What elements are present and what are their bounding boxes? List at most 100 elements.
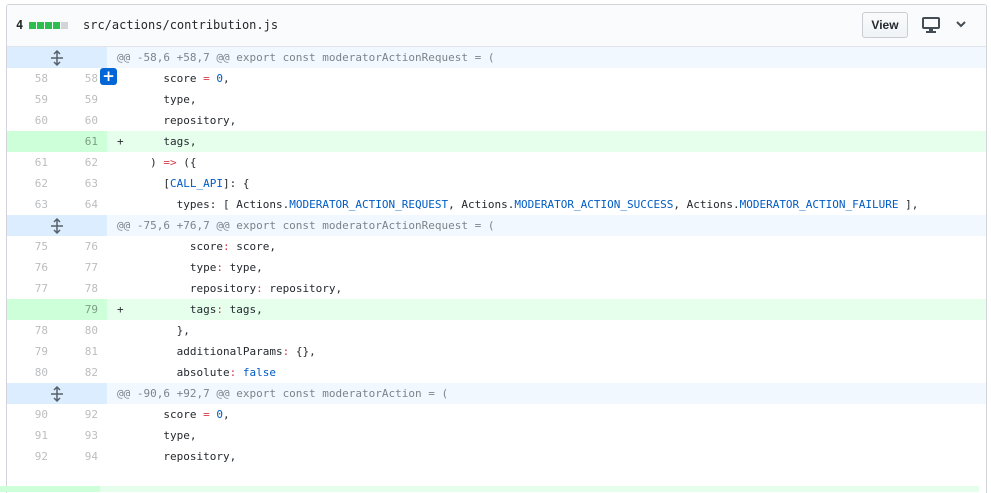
old-line-number[interactable]: 92 [7, 446, 57, 467]
expand-lines-icon[interactable] [7, 383, 107, 404]
code-text: type, [123, 93, 197, 106]
code-line: repository, [107, 110, 986, 131]
code-keyword: : [216, 303, 223, 316]
code-text: ) [123, 156, 164, 169]
code-text: , [222, 72, 230, 85]
context-line-row: 77 78 repository: repository, [7, 278, 986, 299]
old-line-number[interactable]: 62 [7, 173, 57, 194]
diff-sign [117, 114, 124, 127]
diff-sign [117, 366, 124, 379]
add-comment-button[interactable]: + [100, 68, 117, 85]
old-line-number[interactable]: 80 [7, 362, 57, 383]
view-file-button[interactable]: View [862, 12, 908, 38]
code-constant: MODERATOR_ACTION_FAILURE [739, 198, 899, 211]
context-line-row: 79 81 additionalParams: {}, [7, 341, 986, 362]
code-text: score [123, 408, 204, 421]
code-line: score: score, [107, 236, 986, 257]
new-line-number[interactable]: 64 [57, 194, 107, 215]
code-line: type, [107, 425, 986, 446]
diff-rows: @@ -58,6 +58,7 @@ export const moderator… [7, 47, 986, 467]
old-line-number[interactable]: 91 [7, 425, 57, 446]
new-line-number[interactable]: 92 [57, 404, 107, 425]
new-line-number[interactable]: 78 [57, 278, 107, 299]
new-line-number[interactable]: 61 [57, 131, 107, 152]
code-line: + tags: tags, [107, 299, 986, 320]
old-line-number[interactable]: 76 [7, 257, 57, 278]
code-keyword: = [203, 72, 210, 85]
code-keyword: : [256, 282, 263, 295]
code-text: ({ [176, 156, 197, 169]
code-text: repository [123, 282, 257, 295]
diff-sign [117, 72, 124, 85]
diffstat-blocks [29, 21, 69, 29]
context-line-row: 58 58 score = 0, + [7, 68, 986, 89]
new-line-number[interactable]: 79 [57, 299, 107, 320]
diff-sign [117, 177, 124, 190]
code-text: [ [123, 177, 170, 190]
context-line-row: 63 64 types: [ Actions.MODERATOR_ACTION_R… [7, 194, 986, 215]
context-line-row: 78 80 }, [7, 320, 986, 341]
new-line-number[interactable]: 93 [57, 425, 107, 446]
code-text: score [123, 240, 223, 253]
new-line-number[interactable]: 94 [57, 446, 107, 467]
diffstat: 4 [16, 18, 69, 32]
code-text: ], [898, 198, 919, 211]
old-line-number[interactable]: 79 [7, 341, 57, 362]
code-text: , [222, 408, 230, 421]
context-line-row: 62 63 [CALL_API]: { [7, 173, 986, 194]
diffstat-neutral-block [61, 21, 69, 29]
context-line-row: 61 62 ) => ({ [7, 152, 986, 173]
old-line-number[interactable]: 59 [7, 89, 57, 110]
new-line-number[interactable]: 62 [57, 152, 107, 173]
context-line-row: 75 76 score: score, [7, 236, 986, 257]
old-line-number[interactable]: 90 [7, 404, 57, 425]
old-line-number[interactable]: 58 [7, 68, 57, 89]
new-line-number[interactable]: 77 [57, 257, 107, 278]
old-line-number[interactable]: 78 [7, 320, 57, 341]
code-text: types: [ Actions. [123, 198, 290, 211]
expand-lines-icon[interactable] [7, 47, 107, 68]
old-line-number[interactable]: 63 [7, 194, 57, 215]
new-line-number[interactable]: 81 [57, 341, 107, 362]
new-line-number[interactable]: 80 [57, 320, 107, 341]
old-line-number[interactable] [7, 131, 57, 152]
hunk-header-text: @@ -90,6 +92,7 @@ export const moderator… [117, 387, 449, 400]
new-line-number[interactable]: 76 [57, 236, 107, 257]
old-line-number[interactable]: 61 [7, 152, 57, 173]
code-line: repository: repository, [107, 278, 986, 299]
monitor-icon[interactable] [922, 17, 940, 33]
old-line-number[interactable] [7, 299, 57, 320]
file-header: 4 src/actions/contribution.js View [7, 5, 986, 47]
code-text: ]: { [222, 177, 250, 190]
expand-lines-icon[interactable] [7, 215, 107, 236]
old-line-number[interactable]: 77 [7, 278, 57, 299]
code-line: }, [107, 320, 986, 341]
code-line: type, [107, 89, 986, 110]
new-line-number[interactable]: 59 [57, 89, 107, 110]
diff-sign [117, 345, 124, 358]
diff-sign [117, 324, 124, 337]
new-line-number[interactable]: 82 [57, 362, 107, 383]
code-keyword: : [216, 261, 223, 274]
diff-sign: + [117, 135, 124, 148]
code-keyword: => [163, 156, 177, 169]
code-line: type: type, [107, 257, 986, 278]
diffstat-addition-block [29, 21, 37, 29]
context-line-row: 80 82 absolute: false [7, 362, 986, 383]
file-name[interactable]: src/actions/contribution.js [83, 18, 278, 32]
diff-sign: + [117, 303, 124, 316]
code-text: repository, [123, 114, 237, 127]
chevron-down-icon[interactable] [955, 18, 967, 30]
diff-sign [117, 93, 124, 106]
code-text: tags, [123, 135, 197, 148]
old-line-number[interactable]: 75 [7, 236, 57, 257]
old-line-number[interactable]: 60 [7, 110, 57, 131]
code-line: absolute: false [107, 362, 986, 383]
context-line-row: 92 94 repository, [7, 446, 986, 467]
code-line: + tags, [107, 131, 986, 152]
new-line-number[interactable]: 60 [57, 110, 107, 131]
diff-file: 4 src/actions/contribution.js View @@ -5… [6, 4, 987, 493]
new-line-number[interactable]: 63 [57, 173, 107, 194]
context-line-row: 76 77 type: type, [7, 257, 986, 278]
